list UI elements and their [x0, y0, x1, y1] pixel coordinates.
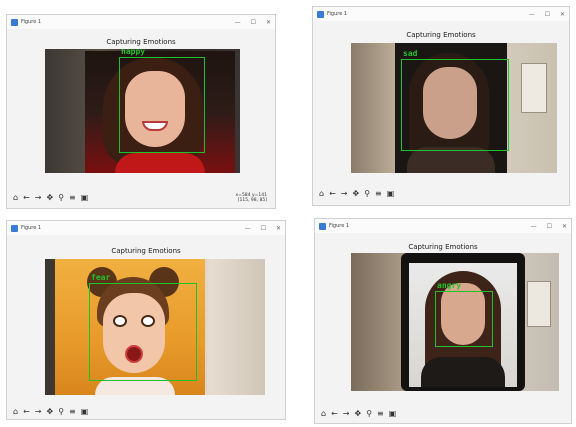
configure-icon[interactable]: ≡: [377, 409, 384, 419]
close-icon[interactable]: ✕: [562, 223, 567, 230]
configure-icon[interactable]: ≡: [69, 407, 76, 417]
webcam-frame: angry: [351, 253, 559, 391]
zoom-icon[interactable]: ⚲: [364, 189, 370, 199]
coord-rgb: [115, 98, 85]: [237, 198, 267, 203]
maximize-icon[interactable]: ☐: [251, 19, 256, 26]
window-titlebar[interactable]: Figure 1 — ☐ ✕: [7, 15, 275, 29]
plot-toolbar: ⌂ ← → ✥ ⚲ ≡ ▣: [315, 407, 571, 421]
face-detection-box: [435, 291, 493, 347]
minimize-icon[interactable]: —: [235, 19, 241, 26]
forward-icon[interactable]: →: [343, 409, 350, 419]
save-icon[interactable]: ▣: [387, 189, 395, 199]
emotion-label: happy: [121, 49, 146, 56]
figure-app-icon: [11, 224, 18, 232]
cursor-coordinates: x=584 y=141 [115, 98, 85]: [236, 193, 267, 203]
figure-app-icon: [317, 10, 324, 18]
zoom-icon[interactable]: ⚲: [58, 407, 64, 417]
save-icon[interactable]: ▣: [81, 193, 89, 203]
window-title: Figure 1: [329, 223, 350, 229]
figure-app-icon: [319, 222, 326, 230]
background-window: [521, 63, 547, 113]
plot-title: Capturing Emotions: [106, 38, 176, 46]
pan-icon[interactable]: ✥: [46, 193, 53, 203]
shirt-shape: [421, 357, 505, 387]
configure-icon[interactable]: ≡: [69, 193, 76, 203]
figure-window-happy: Figure 1 — ☐ ✕ Capturing Emotions happy …: [6, 14, 276, 209]
webcam-frame: happy: [45, 49, 240, 173]
figure-app-icon: [11, 18, 18, 26]
forward-icon[interactable]: →: [341, 189, 348, 199]
plot-title: Capturing Emotions: [406, 31, 476, 39]
window-titlebar[interactable]: Figure 1 — ☐ ✕: [7, 221, 285, 235]
maximize-icon[interactable]: ☐: [261, 225, 266, 232]
window-title: Figure 1: [21, 225, 42, 231]
webcam-frame: fear: [45, 259, 265, 395]
maximize-icon[interactable]: ☐: [545, 11, 550, 18]
back-icon[interactable]: ←: [23, 193, 30, 203]
plot-title: Capturing Emotions: [111, 247, 181, 255]
window-title: Figure 1: [21, 19, 42, 25]
back-icon[interactable]: ←: [23, 407, 30, 417]
configure-icon[interactable]: ≡: [375, 189, 382, 199]
save-icon[interactable]: ▣: [81, 407, 89, 417]
figure-window-sad: Figure 1 — ☐ ✕ Capturing Emotions sad ⌂ …: [312, 6, 570, 206]
emotion-label: angry: [437, 281, 462, 290]
plot-toolbar: ⌂ ← → ✥ ⚲ ≡ ▣: [313, 187, 569, 201]
home-icon[interactable]: ⌂: [321, 409, 326, 419]
close-icon[interactable]: ✕: [266, 19, 271, 26]
forward-icon[interactable]: →: [35, 193, 42, 203]
home-icon[interactable]: ⌂: [13, 407, 18, 417]
back-icon[interactable]: ←: [331, 409, 338, 419]
zoom-icon[interactable]: ⚲: [366, 409, 372, 419]
window-titlebar[interactable]: Figure 1 — ☐ ✕: [313, 7, 569, 21]
home-icon[interactable]: ⌂: [13, 193, 18, 203]
minimize-icon[interactable]: —: [529, 11, 535, 18]
close-icon[interactable]: ✕: [276, 225, 281, 232]
background-window: [527, 281, 551, 327]
pan-icon[interactable]: ✥: [352, 189, 359, 199]
webcam-frame: sad: [351, 43, 557, 173]
pan-icon[interactable]: ✥: [354, 409, 361, 419]
face-detection-box: [119, 57, 205, 153]
emotion-label: sad: [403, 49, 418, 58]
forward-icon[interactable]: →: [35, 407, 42, 417]
back-icon[interactable]: ←: [329, 189, 336, 199]
close-icon[interactable]: ✕: [560, 11, 565, 18]
figure-window-fear: Figure 1 — ☐ ✕ Capturing Emotions fear ⌂…: [6, 220, 286, 420]
minimize-icon[interactable]: —: [245, 225, 251, 232]
home-icon[interactable]: ⌂: [319, 189, 324, 199]
minimize-icon[interactable]: —: [531, 223, 537, 230]
pan-icon[interactable]: ✥: [46, 407, 53, 417]
shirt-shape: [115, 153, 205, 173]
maximize-icon[interactable]: ☐: [547, 223, 552, 230]
window-titlebar[interactable]: Figure 1 — ☐ ✕: [315, 219, 571, 233]
emotion-label: fear: [91, 273, 111, 282]
window-title: Figure 1: [327, 11, 348, 17]
plot-toolbar: ⌂ ← → ✥ ⚲ ≡ ▣: [7, 405, 285, 419]
face-detection-box: [401, 59, 509, 151]
save-icon[interactable]: ▣: [389, 409, 397, 419]
face-detection-box: [89, 283, 197, 381]
zoom-icon[interactable]: ⚲: [58, 193, 64, 203]
figure-window-angry: Figure 1 — ☐ ✕ Capturing Emotions angry …: [314, 218, 572, 424]
plot-title: Capturing Emotions: [408, 243, 478, 251]
